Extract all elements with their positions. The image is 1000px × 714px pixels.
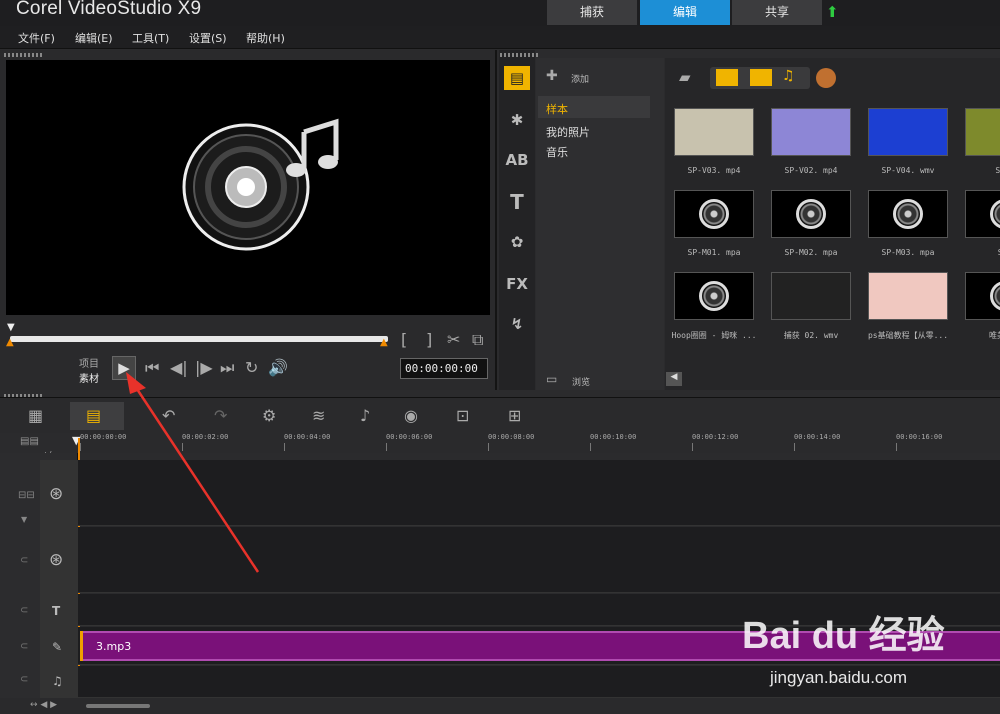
watermark-url: jingyan.baidu.com <box>770 668 908 687</box>
watermark-brand: Bai du 经验 <box>742 615 945 657</box>
